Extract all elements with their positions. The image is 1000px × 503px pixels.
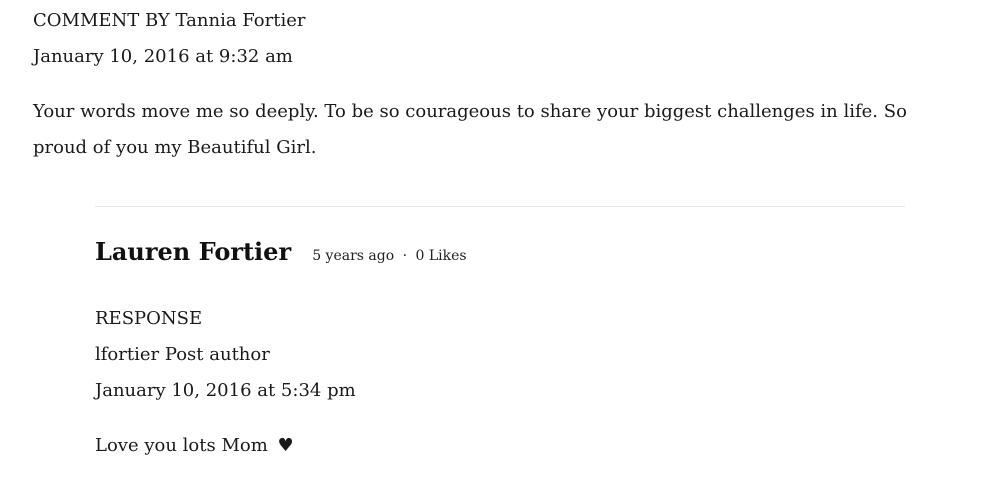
reply-author-name[interactable]: Lauren Fortier [95, 237, 291, 266]
reply-likes[interactable]: 0 Likes [416, 248, 467, 264]
heart-icon: ♥ [277, 435, 294, 456]
reply-body-text: Love you lots Mom [95, 435, 268, 456]
comment-body: Your words move me so deeply. To be so c… [33, 101, 907, 158]
reply-header: Lauren Fortier 5 years ago · 0 Likes [95, 230, 467, 274]
reply-meta: 5 years ago · 0 Likes [312, 248, 466, 264]
reply-label: RESPONSE [95, 308, 203, 329]
divider [95, 206, 905, 207]
reply-date[interactable]: January 10, 2016 at 5:34 pm [95, 379, 356, 403]
comment-heading: COMMENT BY Tannia Fortier [33, 9, 305, 33]
meta-separator: · [402, 248, 408, 264]
reply-body: Love you lots Mom ♥ [95, 434, 294, 458]
comment-date[interactable]: January 10, 2016 at 9:32 am [33, 45, 293, 69]
reply-time-ago[interactable]: 5 years ago [312, 248, 394, 264]
reply-byline: lfortier Post author [95, 344, 270, 365]
comment-author: Tannia Fortier [175, 10, 306, 31]
comment-heading-prefix: COMMENT BY [33, 10, 170, 31]
